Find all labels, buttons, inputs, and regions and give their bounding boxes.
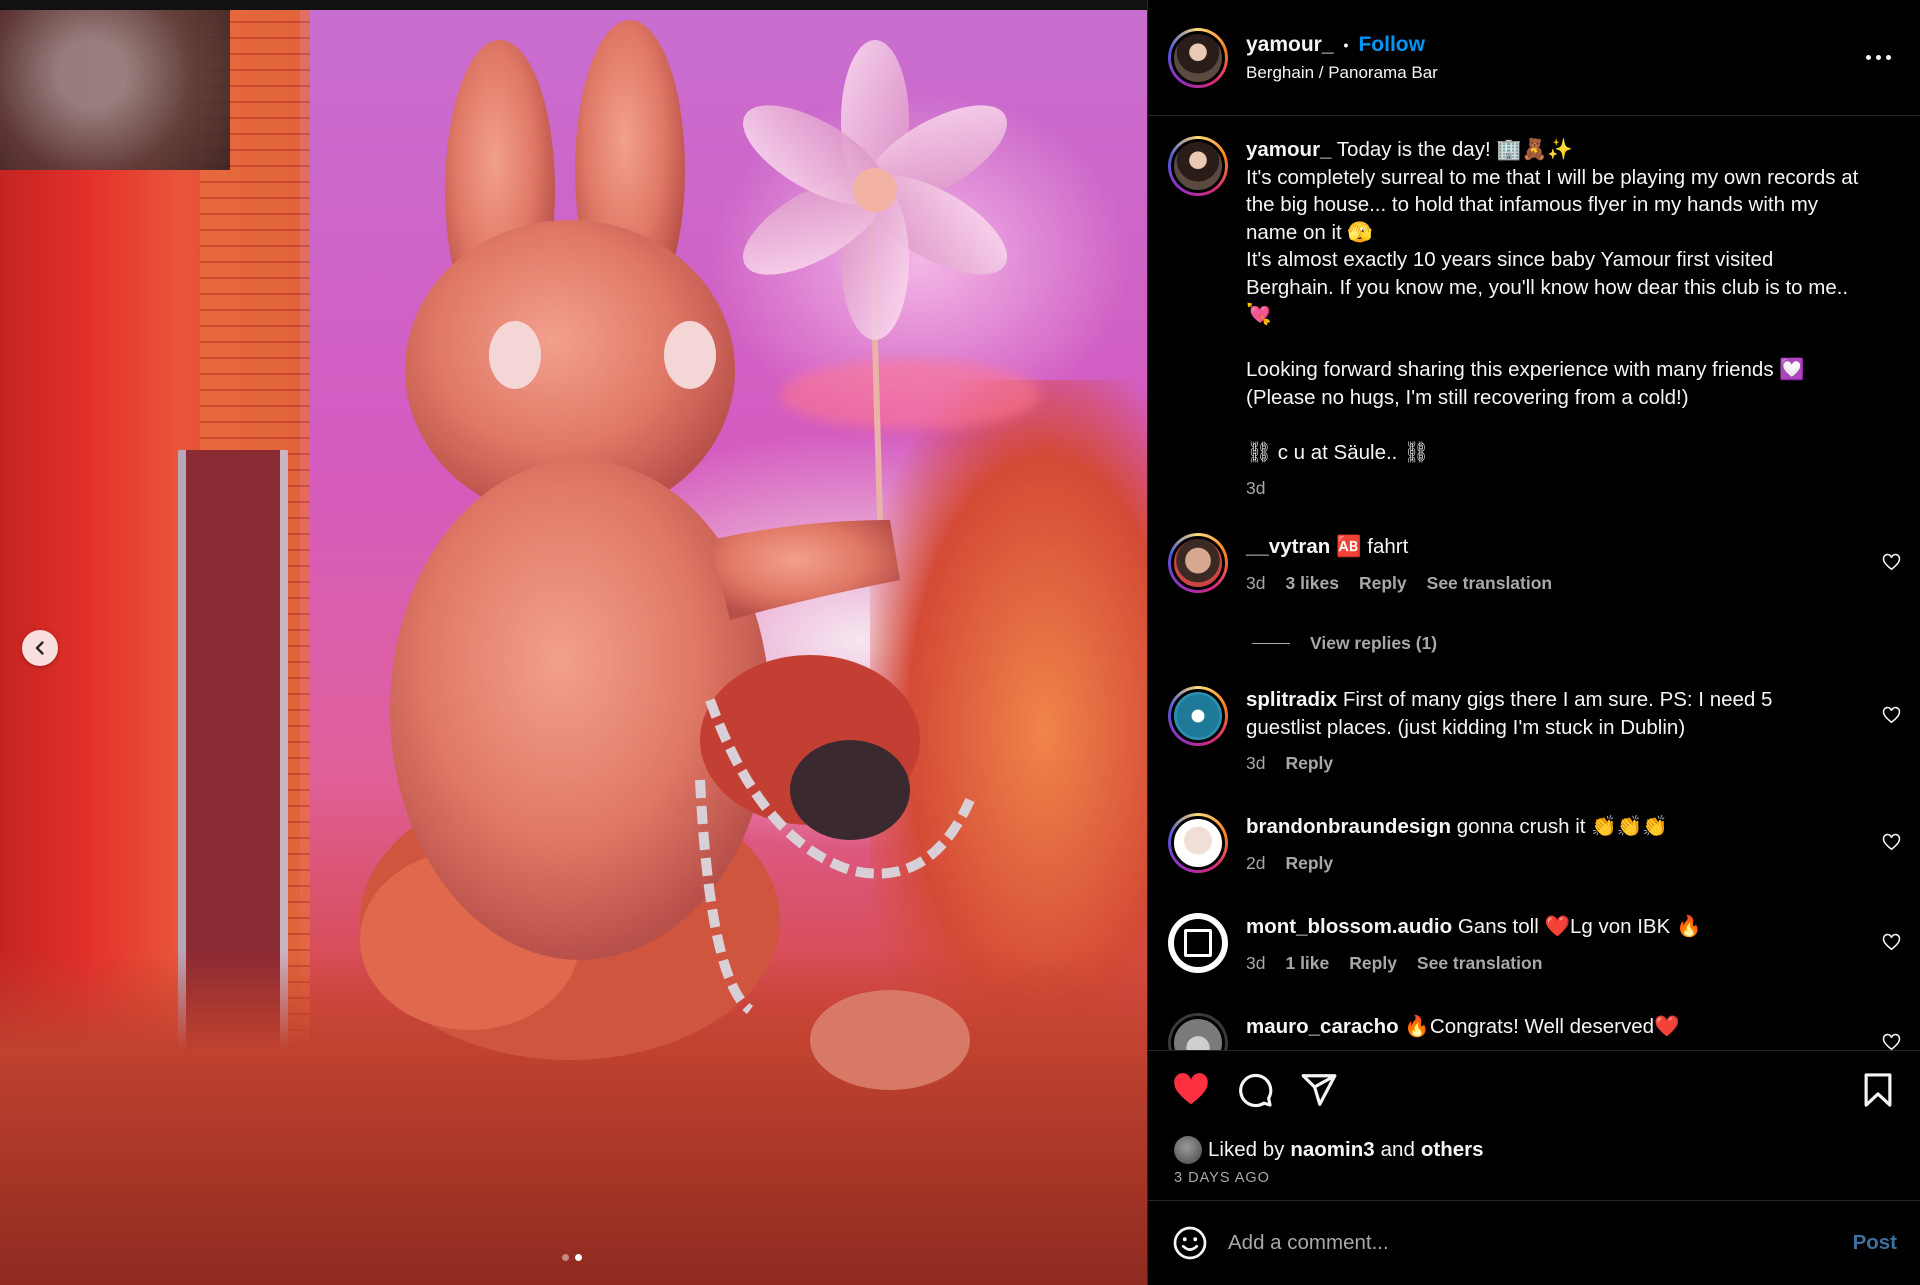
heart-icon[interactable] bbox=[1172, 1071, 1210, 1109]
comment-item: mont_blossom.audio Gans toll ❤️Lg von IB… bbox=[1168, 913, 1901, 974]
comment-username[interactable]: mont_blossom.audio bbox=[1246, 915, 1452, 938]
view-replies-label[interactable]: View replies (1) bbox=[1310, 633, 1437, 654]
post-header: yamour_ • Follow Berghain / Panorama Bar bbox=[1148, 0, 1920, 116]
liker-avatar[interactable] bbox=[1174, 1136, 1202, 1164]
caption-text: yamour_ Today is the day! 🏢🧸✨ It's compl… bbox=[1246, 136, 1866, 466]
comment-text: Gans toll ❤️Lg von IBK 🔥 bbox=[1457, 915, 1702, 938]
comments-scroll-area[interactable]: yamour_ Today is the day! 🏢🧸✨ It's compl… bbox=[1148, 116, 1920, 1050]
caption-avatar[interactable] bbox=[1168, 136, 1228, 196]
liked-by-and: and bbox=[1380, 1138, 1415, 1161]
chevron-left-icon bbox=[35, 641, 44, 655]
more-icon-dot bbox=[1886, 55, 1891, 60]
comment-time[interactable]: 3d bbox=[1246, 753, 1265, 774]
see-translation-button[interactable]: See translation bbox=[1427, 573, 1552, 594]
comment-avatar[interactable] bbox=[1168, 533, 1228, 593]
comment-avatar[interactable] bbox=[1168, 686, 1228, 746]
comment-heart-icon[interactable] bbox=[1882, 1033, 1901, 1050]
comment-username[interactable]: mauro_caracho bbox=[1246, 1015, 1399, 1038]
comment-input[interactable] bbox=[1228, 1231, 1853, 1255]
reply-button[interactable]: Reply bbox=[1285, 753, 1333, 774]
carousel-dots bbox=[562, 1254, 582, 1261]
liked-by-others[interactable]: others bbox=[1421, 1138, 1484, 1162]
comment-time[interactable]: 3d bbox=[1246, 953, 1265, 974]
carousel-dot-active[interactable] bbox=[575, 1254, 582, 1261]
comment-username[interactable]: __vytran bbox=[1246, 535, 1330, 558]
author-username[interactable]: yamour_ bbox=[1246, 33, 1334, 57]
caption-time[interactable]: 3d bbox=[1246, 478, 1265, 499]
post-location[interactable]: Berghain / Panorama Bar bbox=[1246, 63, 1438, 83]
view-replies-line bbox=[1252, 643, 1290, 644]
carousel-dot[interactable] bbox=[562, 1254, 569, 1261]
view-replies-button[interactable]: View replies (1) bbox=[1252, 633, 1437, 654]
post-time-ago[interactable]: 3 DAYS AGO bbox=[1174, 1170, 1270, 1186]
post-side-panel: yamour_ • Follow Berghain / Panorama Bar… bbox=[1147, 0, 1920, 1285]
comment-icon[interactable] bbox=[1236, 1071, 1274, 1109]
top-strip bbox=[0, 0, 1147, 10]
header-separator: • bbox=[1343, 36, 1349, 53]
comment-time[interactable]: 2d bbox=[1246, 853, 1265, 874]
comment-heart-icon[interactable] bbox=[1882, 553, 1901, 572]
caption-username[interactable]: yamour_ bbox=[1246, 138, 1331, 161]
post-actions: Liked by naomin3 and others 3 DAYS AGO bbox=[1148, 1050, 1920, 1200]
comment-item: __vytran 🆎 fahrt 3d 3 likes Reply See tr… bbox=[1168, 533, 1901, 594]
comment-heart-icon[interactable] bbox=[1882, 706, 1901, 725]
bunny-illustration bbox=[360, 20, 1007, 1090]
emoji-icon[interactable] bbox=[1172, 1225, 1208, 1261]
more-options-button[interactable] bbox=[1856, 45, 1901, 70]
comment-heart-icon[interactable] bbox=[1882, 833, 1901, 852]
more-icon-dot bbox=[1876, 55, 1881, 60]
share-icon[interactable] bbox=[1300, 1071, 1338, 1109]
media-ivy bbox=[0, 10, 230, 170]
comment-item: splitradix First of many gigs there I am… bbox=[1168, 686, 1901, 774]
liked-by-prefix: Liked by bbox=[1208, 1138, 1285, 1161]
comment-time[interactable]: 3d bbox=[1246, 573, 1265, 594]
more-icon bbox=[1866, 55, 1871, 60]
comment-heart-icon[interactable] bbox=[1882, 933, 1901, 952]
caption: yamour_ Today is the day! 🏢🧸✨ It's compl… bbox=[1168, 136, 1901, 499]
comment-username[interactable]: splitradix bbox=[1246, 688, 1337, 711]
comment-composer: Post bbox=[1148, 1200, 1920, 1285]
post-comment-button[interactable]: Post bbox=[1853, 1231, 1897, 1255]
see-translation-button[interactable]: See translation bbox=[1417, 953, 1542, 974]
comment-text: gonna crush it 👏👏👏 bbox=[1456, 815, 1668, 838]
caption-body: Today is the day! 🏢🧸✨ It's completely su… bbox=[1246, 138, 1859, 464]
comment-text: 🆎 fahrt bbox=[1336, 535, 1409, 558]
comment-item: brandonbraundesign gonna crush it 👏👏👏 2d… bbox=[1168, 813, 1901, 874]
liked-by-user[interactable]: naomin3 bbox=[1290, 1138, 1374, 1162]
comment-likes[interactable]: 1 like bbox=[1285, 953, 1329, 974]
comment-username[interactable]: brandonbraundesign bbox=[1246, 815, 1451, 838]
comment-avatar[interactable] bbox=[1168, 913, 1228, 973]
comment-text: 🔥Congrats! Well deserved❤️ bbox=[1404, 1015, 1680, 1038]
reply-button[interactable]: Reply bbox=[1359, 573, 1407, 594]
reply-button[interactable]: Reply bbox=[1349, 953, 1397, 974]
comment-avatar[interactable] bbox=[1168, 1013, 1228, 1050]
reply-button[interactable]: Reply bbox=[1285, 853, 1333, 874]
bookmark-icon[interactable] bbox=[1859, 1071, 1897, 1109]
comment-item: mauro_caracho 🔥Congrats! Well deserved❤️ bbox=[1168, 1013, 1901, 1050]
author-avatar[interactable] bbox=[1168, 27, 1228, 88]
carousel-prev-button[interactable] bbox=[22, 630, 58, 666]
comment-likes[interactable]: 3 likes bbox=[1285, 573, 1339, 594]
follow-button[interactable]: Follow bbox=[1358, 33, 1425, 57]
post-media bbox=[0, 0, 1147, 1285]
comment-avatar[interactable] bbox=[1168, 813, 1228, 873]
likes-summary: Liked by naomin3 and others bbox=[1174, 1136, 1484, 1164]
